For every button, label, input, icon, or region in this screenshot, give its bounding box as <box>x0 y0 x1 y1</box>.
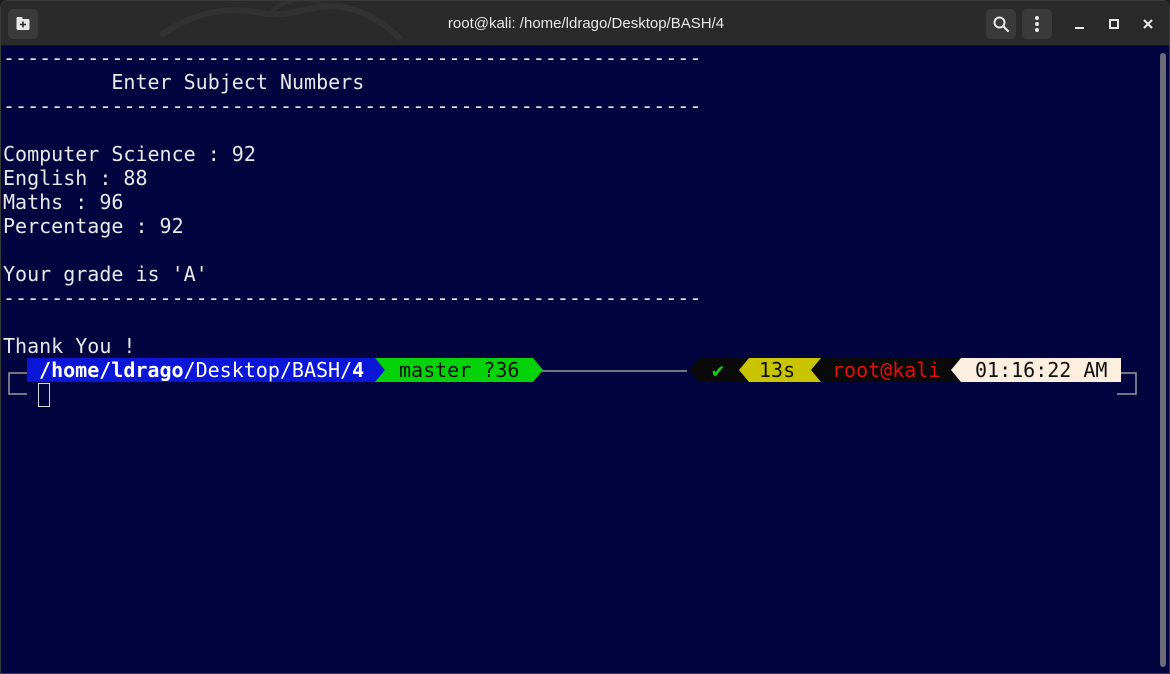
terminal-line: ----------------------------------------… <box>3 286 702 310</box>
scrollbar-thumb[interactable] <box>1160 53 1166 667</box>
search-icon <box>993 16 1010 33</box>
prompt-duration: 13s <box>759 358 796 382</box>
prompt-path-last: 4 <box>352 358 365 382</box>
scrollbar[interactable] <box>1157 47 1169 673</box>
terminal-line: English : 88 <box>3 166 148 190</box>
menu-button[interactable] <box>1022 9 1052 39</box>
terminal-line: Computer Science : 92 <box>3 142 256 166</box>
prompt-path-user: ldrago <box>111 358 184 382</box>
maximize-button[interactable] <box>1099 9 1129 39</box>
terminal-line: Thank You ! <box>3 334 136 358</box>
terminal-line: Percentage : 92 <box>3 214 184 238</box>
terminal-line: Maths : 96 <box>3 190 124 214</box>
terminal-line: ----------------------------------------… <box>3 46 702 70</box>
minimize-button[interactable] <box>1065 9 1095 39</box>
prompt-git-status: master ?36 <box>399 358 520 382</box>
powerlevel-prompt: /home/ldrago/Desktop/BASH/4 master ?36 ✔… <box>3 358 1153 418</box>
prompt-exit-status: ✔ <box>712 358 725 382</box>
kebab-menu-icon <box>1035 16 1039 32</box>
maximize-icon <box>1109 19 1119 29</box>
prompt-path-rest: /Desktop/BASH/ <box>183 358 353 382</box>
prompt-user-host: root@kali <box>832 358 941 382</box>
text-cursor <box>38 383 50 407</box>
terminal-line: Your grade is 'A' <box>3 262 208 286</box>
terminal-output[interactable]: ----------------------------------------… <box>3 46 1153 673</box>
terminal-line: Enter Subject Numbers <box>3 70 365 94</box>
prompt-time: 01:16:22 AM <box>975 358 1108 382</box>
prompt-path-prefix: /home/ <box>27 358 112 382</box>
prompt-path: /home/ldrago/Desktop/BASH/4 <box>27 358 364 382</box>
terminal-window: root@kali: /home/ldrago/Desktop/BASH/4 -… <box>0 0 1170 674</box>
close-button[interactable] <box>1133 9 1163 39</box>
terminal-line: ----------------------------------------… <box>3 94 702 118</box>
title-bar[interactable]: root@kali: /home/ldrago/Desktop/BASH/4 <box>1 1 1169 46</box>
close-icon <box>1143 19 1153 29</box>
minimize-icon <box>1075 27 1084 29</box>
search-button[interactable] <box>986 9 1016 39</box>
